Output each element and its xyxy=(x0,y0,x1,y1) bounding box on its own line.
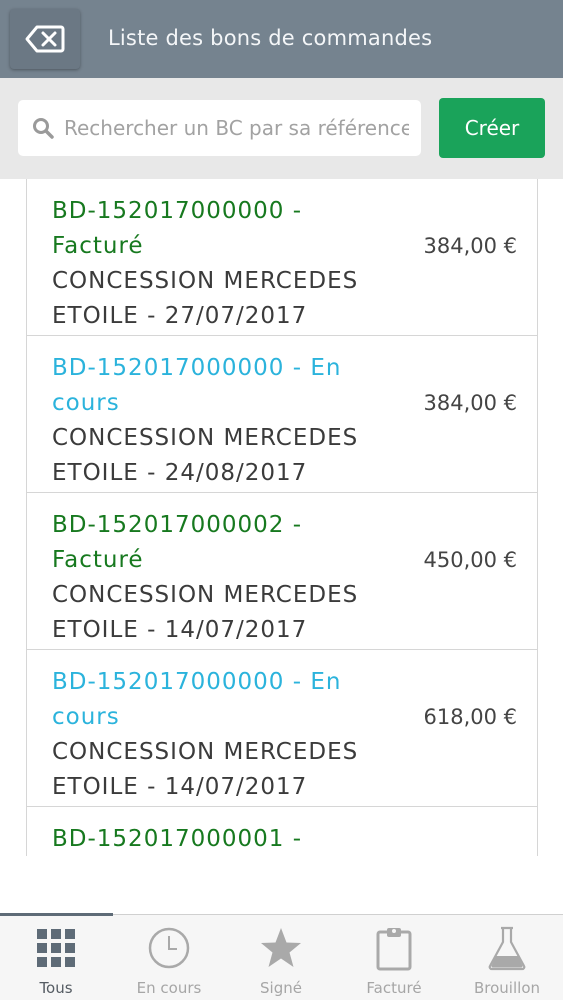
order-row[interactable]: BD-152017000000 - En cours CONCESSION ME… xyxy=(27,336,537,493)
order-reference: BD-152017000000 - xyxy=(52,355,311,381)
tab-signe[interactable]: Signé xyxy=(225,915,337,1000)
order-row[interactable]: BD-152017000001 - xyxy=(27,807,537,856)
tab-label: Brouillon xyxy=(474,979,540,997)
order-amount: 384,00 € xyxy=(423,234,517,258)
order-reference-line: BD-152017000002 - Facturé xyxy=(52,508,392,578)
order-info: BD-152017000002 - Facturé CONCESSION MER… xyxy=(52,508,392,648)
tab-brouillon[interactable]: Brouillon xyxy=(451,915,563,1000)
search-input[interactable] xyxy=(64,116,409,140)
tab-bar: Tous En cours Signé Facturé Brouillon xyxy=(0,913,563,1000)
order-reference-line: BD-152017000000 - En cours xyxy=(52,665,392,735)
order-info: BD-152017000001 - xyxy=(52,822,392,856)
order-date: 14/07/2017 xyxy=(164,617,308,643)
order-description: CONCESSION MERCEDES ETOILE - 27/07/2017 xyxy=(52,268,359,329)
search-icon xyxy=(33,118,54,139)
order-info: BD-152017000000 - En cours CONCESSION ME… xyxy=(52,665,392,805)
create-button[interactable]: Créer xyxy=(439,98,545,158)
search-bar: Créer xyxy=(0,78,563,179)
order-list[interactable]: BD-152017000000 - Facturé CONCESSION MER… xyxy=(26,179,538,856)
flask-icon xyxy=(488,926,526,971)
order-reference-line: BD-152017000000 - En cours xyxy=(52,351,392,421)
search-box[interactable] xyxy=(18,100,421,156)
order-status: Facturé xyxy=(52,547,144,573)
tab-label: Tous xyxy=(39,979,73,997)
order-reference-line: BD-152017000000 - Facturé xyxy=(52,194,392,264)
order-description: CONCESSION MERCEDES ETOILE - 24/08/2017 xyxy=(52,425,359,486)
page-title: Liste des bons de commandes xyxy=(108,26,433,50)
order-amount: 450,00 € xyxy=(423,548,517,572)
order-amount: 384,00 € xyxy=(423,391,517,415)
clock-icon xyxy=(148,927,190,969)
tab-tous[interactable]: Tous xyxy=(0,915,112,1000)
order-reference: BD-152017000000 - xyxy=(52,669,311,695)
order-reference-line: BD-152017000001 - xyxy=(52,822,392,856)
back-button[interactable] xyxy=(10,9,80,69)
order-row[interactable]: BD-152017000000 - Facturé CONCESSION MER… xyxy=(27,179,537,336)
order-date: 27/07/2017 xyxy=(164,303,308,329)
order-amount: 618,00 € xyxy=(423,705,517,729)
order-info: BD-152017000000 - Facturé CONCESSION MER… xyxy=(52,194,392,334)
order-row[interactable]: BD-152017000000 - En cours CONCESSION ME… xyxy=(27,650,537,807)
tab-facture[interactable]: Facturé xyxy=(338,915,450,1000)
tab-label: Signé xyxy=(260,979,302,997)
order-description: CONCESSION MERCEDES ETOILE - 14/07/2017 xyxy=(52,582,359,643)
order-description: CONCESSION MERCEDES ETOILE - 14/07/2017 xyxy=(52,739,359,800)
order-date: 14/07/2017 xyxy=(164,774,308,800)
order-status: Facturé xyxy=(52,233,144,259)
order-info: BD-152017000000 - En cours CONCESSION ME… xyxy=(52,351,392,491)
tab-label: En cours xyxy=(136,979,202,997)
grid-icon xyxy=(37,929,75,967)
tab-en-cours[interactable]: En cours xyxy=(113,915,225,1000)
star-icon xyxy=(261,928,301,967)
order-reference: BD-152017000000 - xyxy=(52,198,302,224)
backspace-icon xyxy=(25,25,65,53)
clipboard-icon xyxy=(376,928,412,971)
order-reference: BD-152017000002 - xyxy=(52,512,302,538)
order-row[interactable]: BD-152017000002 - Facturé CONCESSION MER… xyxy=(27,493,537,650)
order-date: 24/08/2017 xyxy=(164,460,308,486)
top-bar: Liste des bons de commandes xyxy=(0,0,563,78)
tab-label: Facturé xyxy=(366,979,422,997)
order-reference: BD-152017000001 - xyxy=(52,826,302,852)
